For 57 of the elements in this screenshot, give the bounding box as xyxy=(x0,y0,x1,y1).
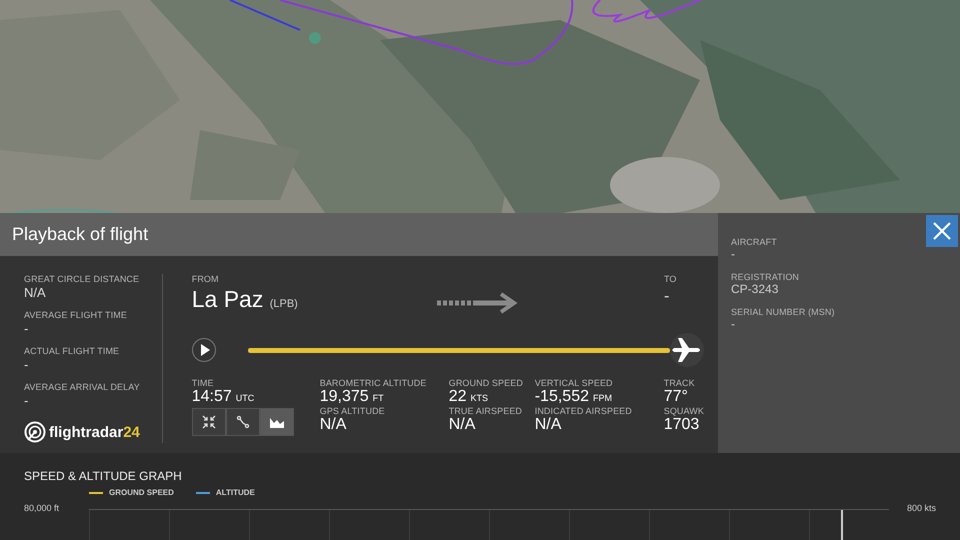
destination-value: - xyxy=(664,288,670,306)
stat-value: - xyxy=(24,393,30,408)
airplane-icon xyxy=(672,337,702,363)
route-view-button[interactable] xyxy=(226,408,260,436)
aircraft-label: AIRCRAFT xyxy=(731,237,778,247)
logo-text: flightradar24 xyxy=(49,424,140,440)
play-icon xyxy=(200,344,210,356)
stat-label: GREAT CIRCLE DISTANCE xyxy=(24,274,140,284)
origin-city: La Paz (LPB) xyxy=(192,286,299,313)
radar-logo-icon xyxy=(24,421,46,443)
aircraft-label: SERIAL NUMBER (MSN) xyxy=(731,307,836,317)
to-label: TO xyxy=(664,274,678,284)
from-label: FROM xyxy=(192,274,220,284)
play-button[interactable] xyxy=(192,338,216,362)
collapse-icon xyxy=(202,415,216,429)
stat-value: N/A xyxy=(24,285,47,300)
aircraft-value: - xyxy=(731,317,736,331)
readout-label: TRACK xyxy=(664,378,696,388)
readout-value: 77° xyxy=(664,388,689,406)
stat-label: AVERAGE FLIGHT TIME xyxy=(24,310,128,320)
aircraft-label: REGISTRATION xyxy=(731,272,800,282)
close-icon xyxy=(933,222,951,240)
area-chart-icon xyxy=(270,416,284,428)
readout-value: N/A xyxy=(534,416,562,434)
readout-label: VERTICAL SPEED xyxy=(534,378,614,388)
right-axis-label: 800 kts xyxy=(906,503,936,513)
panel-title: Playback of flight xyxy=(12,224,148,245)
readout-label: BAROMETRIC ALTITUDE xyxy=(320,378,428,388)
collapse-view-button[interactable] xyxy=(192,408,226,436)
graph-title: SPEED & ALTITUDE GRAPH xyxy=(24,469,183,483)
left-axis-label: 80,000 ft xyxy=(24,503,60,513)
readout-label: GROUND SPEED xyxy=(448,378,524,388)
readout-value: -15,552 FPM xyxy=(534,388,613,406)
stat-value: - xyxy=(24,321,30,336)
readout-value: 1703 xyxy=(664,416,700,434)
plane-handle[interactable] xyxy=(670,333,704,367)
stat-label: ACTUAL FLIGHT TIME xyxy=(24,346,120,356)
readout-label: GPS ALTITUDE xyxy=(320,406,386,416)
readout-value: N/A xyxy=(320,416,348,434)
readout-value: 14:57 UTC xyxy=(192,388,256,406)
aircraft-value: - xyxy=(731,247,736,261)
readout-label: TIME xyxy=(192,378,215,388)
readout-label: INDICATED AIRSPEED xyxy=(534,406,633,416)
stat-label: AVERAGE ARRIVAL DELAY xyxy=(24,382,141,392)
close-button[interactable] xyxy=(926,215,958,247)
legend-label: ALTITUDE xyxy=(216,488,255,497)
route-icon xyxy=(236,415,250,429)
aircraft-value: CP-3243 xyxy=(731,282,780,296)
stat-value: - xyxy=(24,357,30,372)
graph-view-button[interactable] xyxy=(260,408,294,436)
readout-label: SQUAWK xyxy=(664,406,704,416)
graph-cursor[interactable] xyxy=(840,510,843,540)
readout-value: 19,375 FT xyxy=(320,388,385,406)
readout-label: TRUE AIRSPEED xyxy=(448,406,524,416)
readout-value: 22 KTS xyxy=(448,388,490,406)
readout-value: N/A xyxy=(448,416,476,434)
legend-label: GROUND SPEED xyxy=(109,488,174,497)
